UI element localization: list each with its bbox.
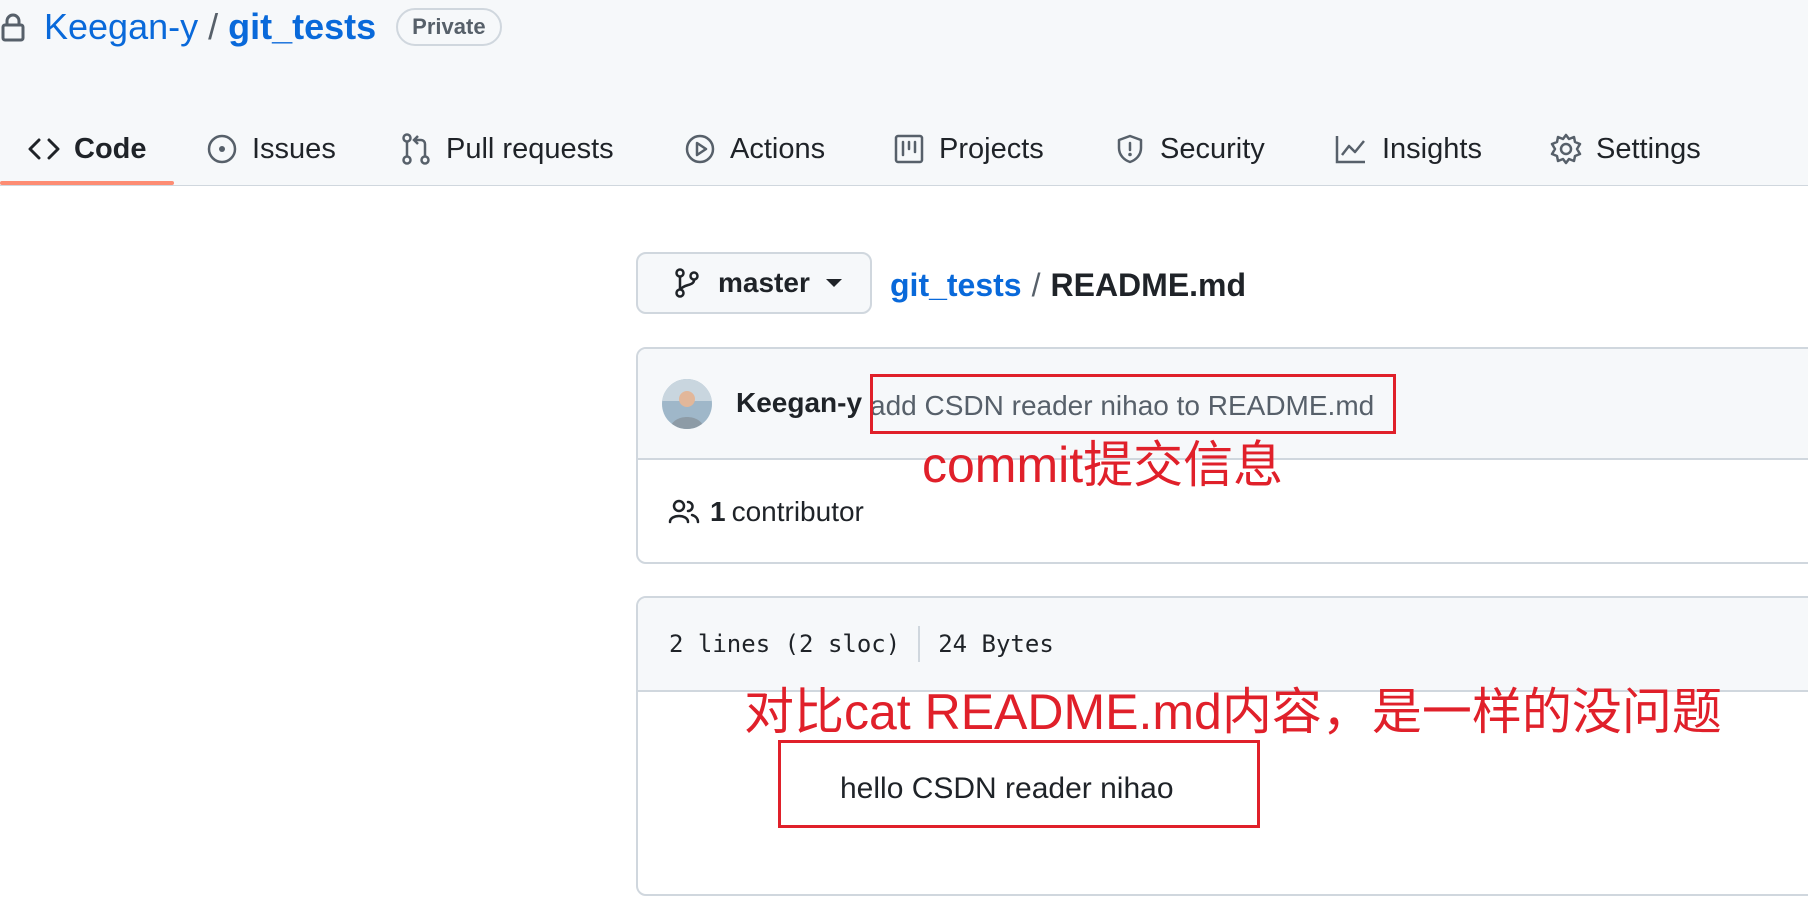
pull-request-icon	[402, 133, 430, 165]
issue-icon	[207, 134, 237, 164]
branch-name: master	[718, 267, 810, 298]
avatar[interactable]	[662, 379, 712, 429]
breadcrumb: git_tests / README.md	[890, 262, 1246, 308]
tab-projects-label: Projects	[939, 132, 1044, 165]
active-tab-indicator	[0, 181, 174, 185]
visibility-badge: Private	[396, 8, 502, 46]
avatar-image	[662, 379, 712, 429]
tab-code-label: Code	[74, 132, 147, 165]
code-icon	[28, 138, 60, 160]
shield-icon	[1117, 134, 1143, 164]
tab-insights-label: Insights	[1382, 132, 1482, 165]
tab-issues[interactable]: Issues	[206, 112, 336, 186]
repo-title: Keegan-y / git_tests Private	[0, 2, 502, 52]
project-icon	[894, 134, 924, 164]
gear-icon	[1550, 133, 1582, 165]
people-icon	[668, 499, 700, 524]
repo-tabs: Code Issues Pull requests Actions Projec…	[0, 112, 1808, 186]
tab-actions-label: Actions	[730, 132, 826, 165]
breadcrumb-file: README.md	[1050, 266, 1247, 303]
tab-pull-requests-label: Pull requests	[446, 132, 614, 165]
commit-annotation: commit提交信息	[922, 437, 1284, 493]
lock-icon	[1, 13, 25, 42]
branch-selector[interactable]: master	[636, 252, 872, 314]
tab-projects[interactable]: Projects	[893, 112, 1044, 186]
contributor-label: contributor	[731, 496, 864, 527]
tab-security[interactable]: Security	[1114, 112, 1265, 186]
branch-icon	[675, 268, 699, 298]
repo-name-link[interactable]: git_tests	[228, 6, 376, 48]
chevron-down-icon	[825, 279, 842, 287]
tab-actions[interactable]: Actions	[684, 112, 825, 186]
breadcrumb-separator: /	[1031, 266, 1041, 303]
contributors-summary[interactable]: 1 contributor	[668, 496, 864, 528]
tab-pull-requests[interactable]: Pull requests	[400, 112, 614, 186]
tab-issues-label: Issues	[252, 132, 336, 165]
play-icon	[685, 134, 715, 164]
file-size: 24 Bytes	[938, 630, 1054, 658]
tab-insights[interactable]: Insights	[1334, 112, 1482, 186]
file-lines: 2 lines (2 sloc)	[669, 630, 901, 658]
graph-icon	[1335, 136, 1365, 164]
tab-security-label: Security	[1160, 132, 1265, 165]
tab-settings-label: Settings	[1596, 132, 1701, 165]
repo-owner-link[interactable]: Keegan-y	[44, 6, 198, 48]
contributor-count: 1	[710, 496, 726, 527]
breadcrumb-repo-link[interactable]: git_tests	[890, 267, 1022, 304]
compare-annotation: 对比cat README.md内容，是一样的没问题	[744, 684, 1722, 740]
tab-code[interactable]: Code	[28, 112, 147, 186]
commit-author[interactable]: Keegan-y	[736, 387, 862, 419]
file-content-highlight	[778, 740, 1260, 828]
file-info-divider	[918, 626, 921, 662]
file-info: 2 lines (2 sloc) 24 Bytes	[669, 626, 1054, 662]
tab-settings[interactable]: Settings	[1550, 112, 1701, 186]
repo-separator: /	[208, 6, 219, 47]
